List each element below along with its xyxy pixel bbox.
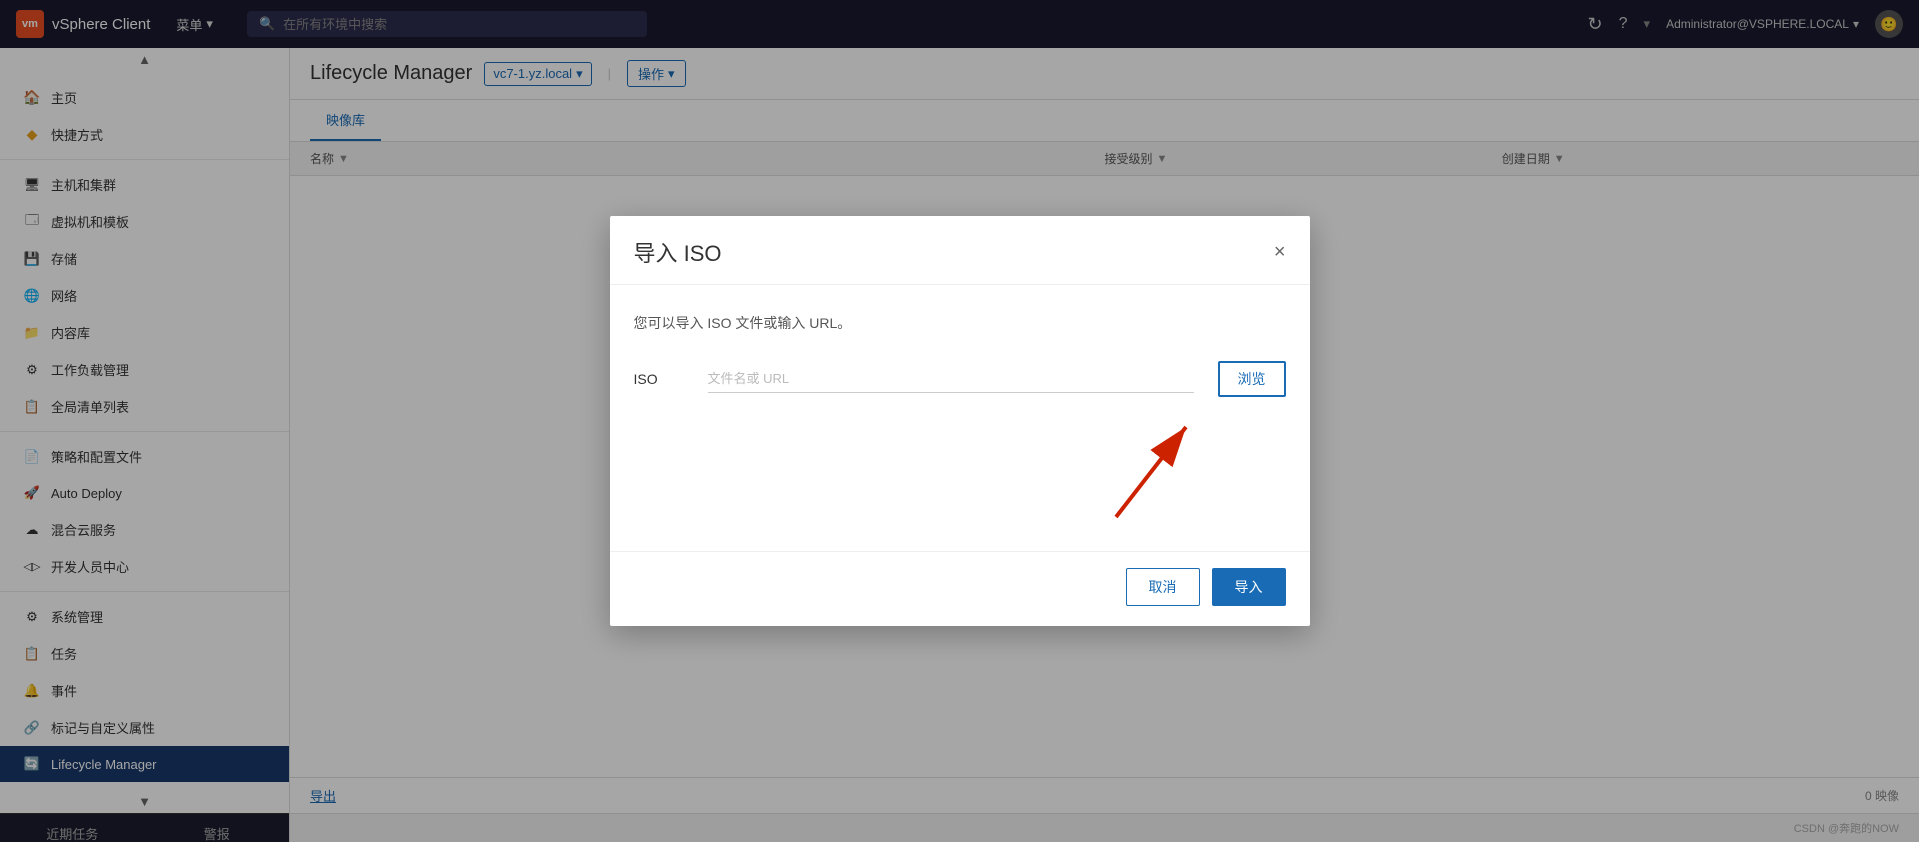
arrow-annotation-area [634, 407, 1286, 527]
modal-title: 导入 ISO [634, 236, 722, 268]
modal-overlay: 导入 ISO × 您可以导入 ISO 文件或输入 URL。 ISO 浏览 [0, 0, 1919, 842]
arrow-svg [966, 407, 1266, 527]
modal-body: 您可以导入 ISO 文件或输入 URL。 ISO 浏览 [610, 285, 1310, 551]
modal-footer: 取消 导入 [610, 551, 1310, 626]
import-button[interactable]: 导入 [1212, 568, 1286, 606]
import-iso-modal: 导入 ISO × 您可以导入 ISO 文件或输入 URL。 ISO 浏览 [610, 216, 1310, 626]
modal-iso-label: ISO [634, 371, 684, 387]
modal-close-button[interactable]: × [1274, 242, 1286, 262]
modal-header: 导入 ISO × [610, 216, 1310, 285]
browse-button[interactable]: 浏览 [1218, 361, 1286, 397]
iso-input[interactable] [708, 365, 1194, 393]
modal-description: 您可以导入 ISO 文件或输入 URL。 [634, 313, 1286, 333]
modal-iso-field: ISO 浏览 [634, 361, 1286, 397]
cancel-button[interactable]: 取消 [1126, 568, 1200, 606]
